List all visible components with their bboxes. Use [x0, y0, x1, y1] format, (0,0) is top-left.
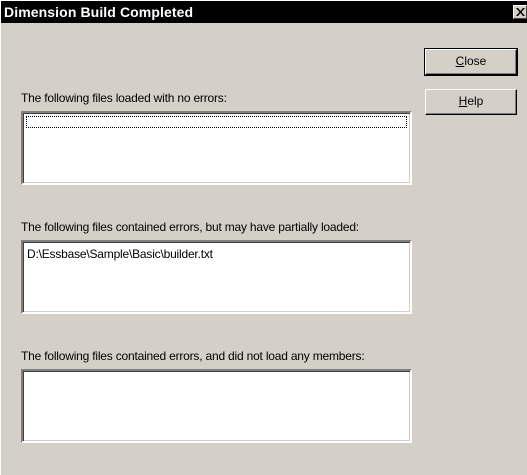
close-icon[interactable] — [513, 5, 527, 19]
dialog-window: Dimension Build Completed Close Help The… — [0, 0, 527, 475]
no-errors-label: The following files loaded with no error… — [21, 91, 227, 105]
no-errors-file-list[interactable] — [21, 111, 412, 185]
no-load-file-list[interactable] — [21, 369, 412, 443]
partial-load-file-list[interactable]: D:\Essbase\Sample\Basic\builder.txt — [21, 240, 412, 314]
no-load-label: The following files contained errors, an… — [21, 349, 365, 363]
close-button[interactable]: Close — [424, 48, 518, 76]
list-item[interactable]: D:\Essbase\Sample\Basic\builder.txt — [27, 247, 213, 261]
close-button-label-rest: lose — [464, 54, 487, 68]
partial-load-label: The following files contained errors, bu… — [21, 220, 359, 234]
help-button-label-rest: elp — [467, 94, 484, 108]
list-focus-indicator — [26, 116, 407, 128]
help-button[interactable]: Help — [425, 89, 517, 115]
dialog-title: Dimension Build Completed — [4, 4, 194, 20]
title-bar[interactable]: Dimension Build Completed — [1, 1, 527, 23]
